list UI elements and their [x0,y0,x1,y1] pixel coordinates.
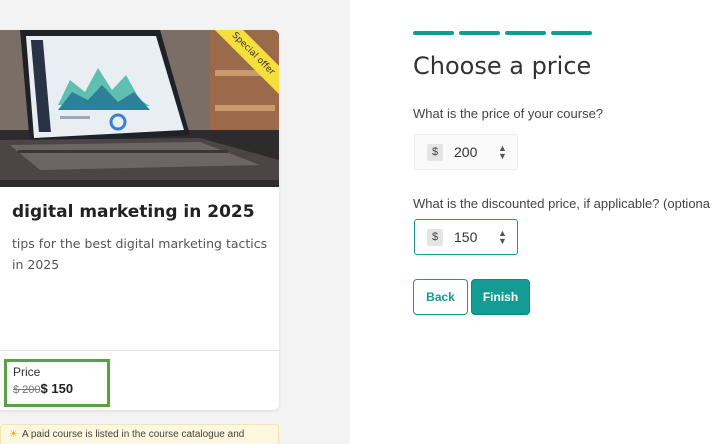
course-card: Special offer digital marketing in 2025 … [0,30,279,410]
course-description: tips for the best digital marketing tact… [12,236,268,272]
price-values: $ 200$ 150 [13,381,107,396]
price-value[interactable]: 200 [454,144,498,160]
course-image: Special offer [0,30,279,187]
price-input[interactable]: $ 200 ▲ ▼ [414,134,518,170]
course-preview-panel: Special offer digital marketing in 2025 … [0,0,350,444]
discounted-price: $ 150 [40,381,74,396]
card-divider [0,350,279,351]
currency-symbol: $ [427,228,443,246]
step-1 [413,31,454,35]
step-4 [551,31,592,35]
original-price: $ 200 [13,384,41,396]
finish-button[interactable]: Finish [471,279,530,315]
discount-value[interactable]: 150 [454,229,498,245]
discount-question: What is the discounted price, if applica… [413,196,711,211]
spinner-arrows-icon[interactable]: ▲ ▼ [498,229,507,246]
price-highlight: Price $ 200$ 150 [4,359,110,407]
price-question: What is the price of your course? [413,106,604,121]
paid-course-notice: ☀ A paid course is listed in the course c… [0,424,279,444]
notice-text: A paid course is listed in the course ca… [21,429,245,440]
lightbulb-icon: ☀ [9,429,18,440]
currency-symbol: $ [427,143,443,161]
spinner-arrows-icon[interactable]: ▲ ▼ [498,144,507,161]
course-title: digital marketing in 2025 [12,202,255,222]
discount-input[interactable]: $ 150 ▲ ▼ [414,219,518,255]
back-button[interactable]: Back [413,279,468,315]
step-2 [459,31,500,35]
page-title: Choose a price [413,52,592,80]
price-label: Price [13,365,41,379]
step-3 [505,31,546,35]
